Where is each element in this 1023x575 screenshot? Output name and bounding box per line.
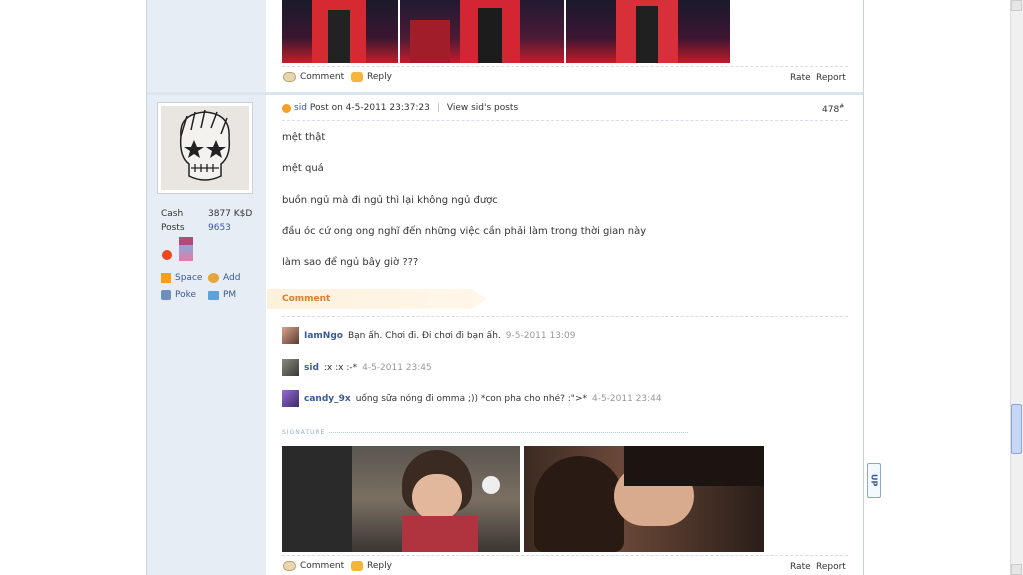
scrollbar-thumb[interactable] (1011, 404, 1022, 454)
post-time: Post on 4-5-2011 23:37:23 (309, 103, 430, 113)
post-separator (147, 92, 863, 95)
rate-link[interactable]: Rate (790, 73, 811, 83)
report-link[interactable]: Report (816, 73, 846, 83)
scroll-up-button[interactable]: UP (867, 463, 881, 498)
comment-item: sid :x :x :-* 4-5-2011 23:45 (282, 359, 432, 376)
signature-image-2 (524, 446, 764, 552)
post-line: làm sao để ngủ bây giờ ??? (282, 257, 419, 268)
divider (282, 66, 848, 67)
reply-button[interactable]: Reply (351, 561, 392, 571)
poke-link[interactable]: Poke (161, 290, 196, 300)
commenter-avatar[interactable] (282, 390, 299, 407)
post-header: sid Post on 4-5-2011 23:37:23 | View sid… (282, 103, 518, 113)
comment-button[interactable]: Comment (283, 72, 344, 82)
add-friend-link[interactable]: Add (208, 273, 240, 283)
post-line: mệt thật (282, 132, 326, 143)
signature-image-1 (282, 446, 520, 552)
report-link[interactable]: Report (816, 562, 846, 572)
post-image-3 (566, 0, 730, 63)
signature-label: SIGNATURE (282, 429, 688, 436)
post-author[interactable]: sid (294, 103, 307, 113)
online-icon (282, 103, 291, 113)
space-link[interactable]: Space (161, 273, 202, 283)
pm-link[interactable]: PM (208, 290, 236, 300)
author-sidebar (147, 0, 266, 575)
mail-icon (208, 290, 219, 300)
comment-icon (283, 561, 296, 571)
view-posts-link[interactable]: View sid's posts (447, 103, 518, 113)
post-line: đầu óc cứ ong ong nghĩ đến những việc cầ… (282, 226, 647, 237)
avatar[interactable] (157, 102, 253, 194)
posts-label: Posts (161, 223, 185, 233)
add-friend-icon (208, 273, 219, 283)
commenter-avatar[interactable] (282, 327, 299, 344)
post-line: buồn ngủ mà đi ngủ thì lại không ngủ đượ… (282, 195, 498, 206)
comment-icon (283, 72, 296, 82)
floor-number: 478# (822, 103, 845, 115)
flower-medal-icon (162, 250, 172, 260)
commenter-avatar[interactable] (282, 359, 299, 376)
comment-item: candy_9x uống sữa nóng đi omma ;)) *con … (282, 390, 662, 407)
post-image-2 (400, 0, 564, 63)
post-image-1 (282, 0, 398, 63)
divider (282, 555, 848, 556)
poke-icon (161, 290, 171, 300)
rate-link[interactable]: Rate (790, 562, 811, 572)
post-line: mệt quá (282, 163, 324, 174)
reply-button[interactable]: Reply (351, 72, 392, 82)
comment-item: IamNgo Bạn ấh. Chơi đi. Đi chơi đi bạn ấ… (282, 327, 575, 344)
reply-icon (351, 561, 363, 571)
ribbon-medal-icon (179, 237, 193, 261)
comment-button[interactable]: Comment (283, 561, 344, 571)
scrollbar[interactable] (1010, 0, 1023, 575)
posts-value[interactable]: 9653 (208, 221, 252, 235)
reply-icon (351, 72, 363, 82)
skull-avatar-icon (161, 106, 249, 190)
home-icon (161, 273, 171, 283)
right-border (863, 0, 864, 575)
cash-value: 3877 K$D (208, 209, 253, 219)
divider (282, 316, 848, 317)
comment-heading: Comment (282, 294, 331, 304)
scroll-up-arrow-icon[interactable] (1011, 0, 1022, 11)
divider (282, 120, 848, 121)
scroll-down-arrow-icon[interactable] (1011, 564, 1022, 575)
left-border (146, 0, 147, 575)
cash-label: Cash (161, 209, 184, 219)
